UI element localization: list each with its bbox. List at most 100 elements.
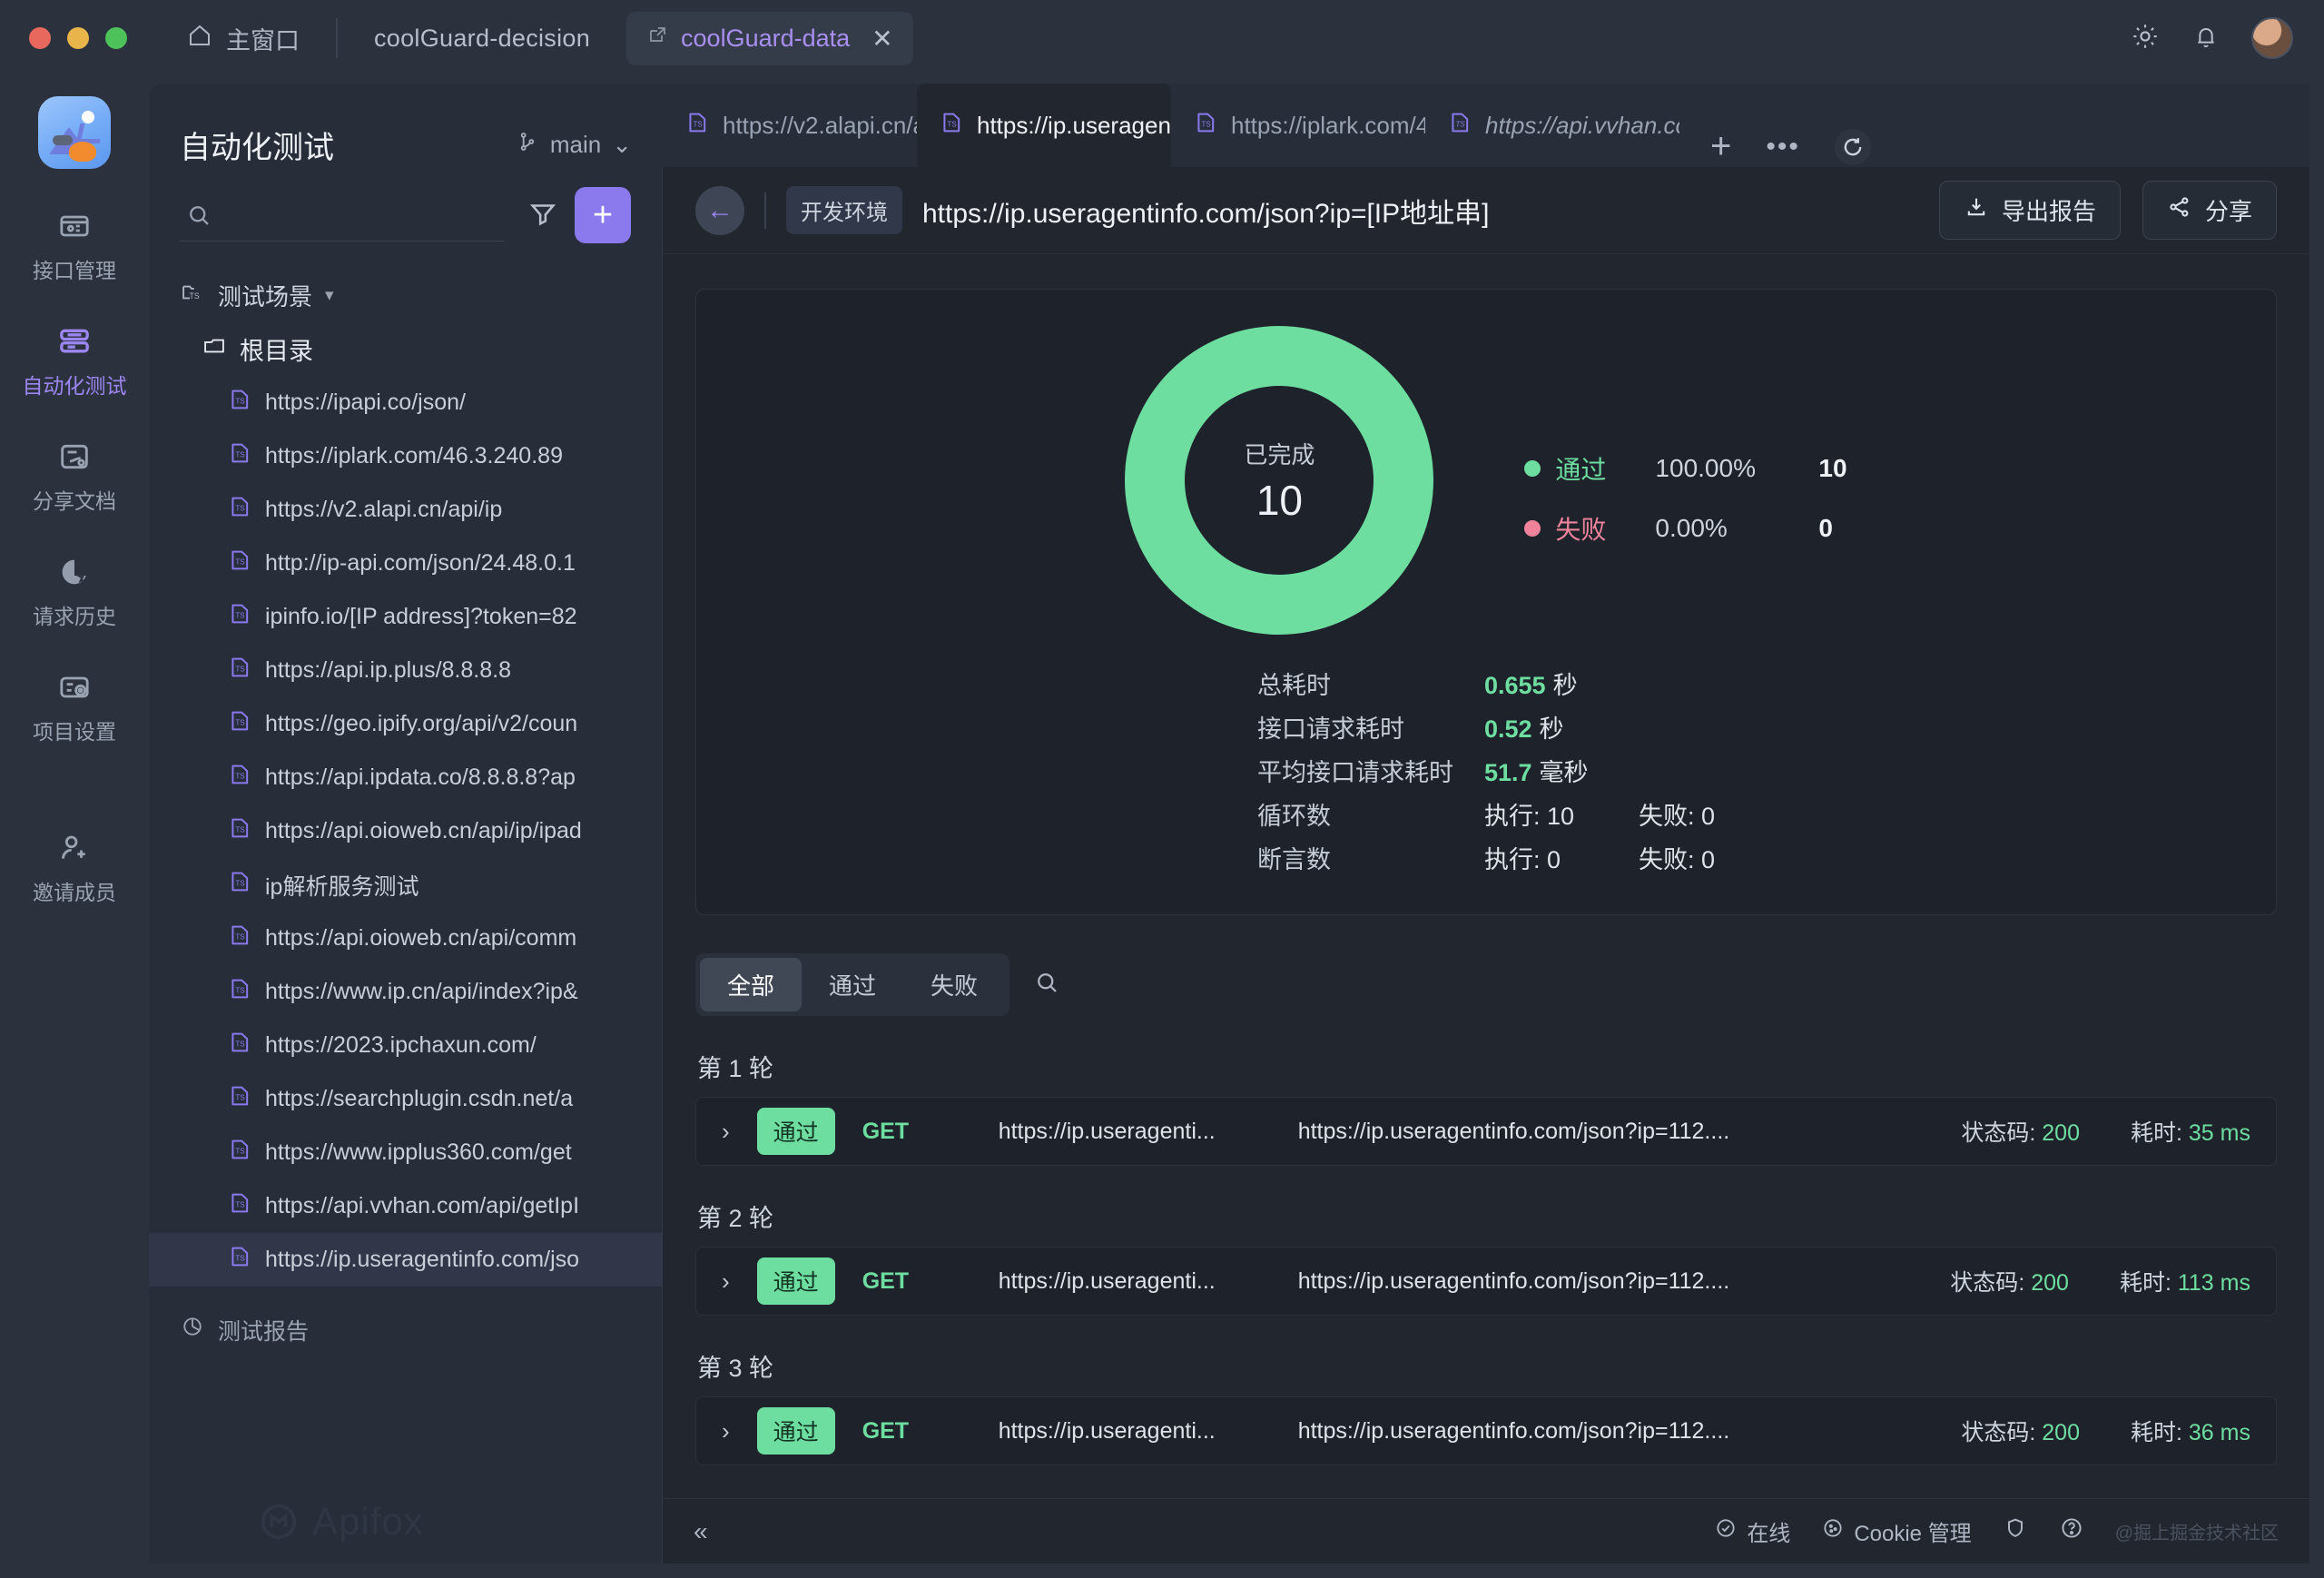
tree-leaf-item[interactable]: TS https://api.oioweb.cn/api/comm [149, 912, 662, 965]
tree-leaf-item[interactable]: TS https://iplark.com/46.3.240.89 [149, 429, 662, 483]
ts-file-icon: TS [227, 601, 252, 633]
minimize-window-button[interactable] [67, 27, 89, 49]
ts-file-icon: TS [227, 762, 252, 794]
tree-leaf-item[interactable]: TS ipinfo.io/[IP address]?token=82 [149, 590, 662, 644]
tab-more-button[interactable]: ••• [1766, 132, 1800, 163]
online-status[interactable]: 在线 [1714, 1515, 1790, 1547]
donut-legend: 通过 100.00% 10 失败 0.00% 0 [1524, 450, 1847, 547]
tab-failed[interactable]: 失败 [903, 958, 1005, 1011]
gear-icon[interactable] [2130, 21, 2161, 56]
sidebar-item-automated-test[interactable]: 自动化测试 [0, 322, 149, 399]
request-name: https://ip.useragenti... [998, 1267, 1216, 1294]
avatar[interactable] [2251, 17, 2293, 59]
bell-icon[interactable] [2191, 22, 2221, 55]
ts-file-icon: TS [227, 922, 252, 954]
result-row[interactable]: › 通过 GET https://ip.useragenti... https://ip… [695, 1247, 2277, 1316]
legend-dot-pass [1524, 460, 1541, 477]
tree-leaf-item[interactable]: TS https://geo.ipify.org/api/v2/coun [149, 697, 662, 751]
search-input[interactable] [180, 189, 505, 242]
tree-folder-label: 根目录 [240, 338, 313, 365]
sidebar-item-invite-member[interactable]: 邀请成员 [0, 829, 149, 906]
tree-leaf-item[interactable]: TS https://api.oioweb.cn/api/ip/ipad [149, 804, 662, 858]
tree-leaf-item[interactable]: TS https://ip.useragentinfo.com/jso [149, 1233, 662, 1287]
home-button[interactable]: 主窗口 [186, 21, 300, 56]
tree-leaf-item[interactable]: TS https://api.ip.plus/8.8.8.8 [149, 644, 662, 697]
window-tab-inactive[interactable]: coolGuard-decision [374, 25, 590, 53]
close-icon[interactable]: ✕ [872, 24, 892, 54]
sidebar-item-project-settings[interactable]: 项目设置 [0, 668, 149, 745]
export-report-button[interactable]: 导出报告 [1938, 181, 2121, 240]
tree-leaf-item[interactable]: TS https://www.ipplus360.com/get [149, 1126, 662, 1179]
scene-sidebar: + TS 测试场景 ▾ 根目录 TS https://ipapi.co/json… [149, 167, 663, 1563]
elapsed-label: 耗时 [2130, 1420, 2176, 1445]
tree-leaf-item[interactable]: TS https://ipapi.co/json/ [149, 376, 662, 429]
tree-test-report[interactable]: 测试报告 [149, 1303, 662, 1356]
back-button[interactable]: ← [695, 185, 744, 235]
tree-leaf-label: https://v2.alapi.cn/api/ip [265, 497, 503, 522]
expand-row-icon[interactable]: › [722, 1417, 730, 1445]
tab-list: TS https://v2.alapi.cn/ap TS https://ip.… [663, 84, 2309, 167]
tree-leaf-item[interactable]: TS ip解析服务测试 [149, 858, 662, 912]
branch-selector[interactable]: main ⌄ [516, 130, 632, 160]
tab-item[interactable]: TS https://iplark.com/46 [1171, 84, 1425, 167]
tree-folder-root[interactable]: 根目录 [149, 322, 662, 376]
cookie-manager[interactable]: Cookie 管理 [1821, 1515, 1972, 1547]
close-window-button[interactable] [29, 27, 51, 49]
tree-leaf-item[interactable]: TS https://www.ip.cn/api/index?ip& [149, 965, 662, 1019]
tree-leaf-item[interactable]: TS https://api.ipdata.co/8.8.8.8?ap [149, 751, 662, 804]
window-controls[interactable] [29, 27, 127, 49]
tree-leaf-item[interactable]: TS https://2023.ipchaxun.com/ [149, 1019, 662, 1072]
svg-text:TS: TS [235, 719, 245, 727]
tree-leaf-label: https://api.vvhan.com/api/getIpI [265, 1193, 580, 1218]
stat-unit: 秒 [1552, 672, 1578, 699]
result-row[interactable]: › 通过 GET https://ip.useragenti... https://ip… [695, 1396, 2277, 1465]
stat-label: 接口请求耗时 [1256, 715, 1404, 743]
tree-leaf-label: https://ipapi.co/json/ [265, 390, 466, 415]
funnel-icon[interactable] [527, 198, 558, 233]
chevron-down-icon[interactable]: ▾ [325, 285, 334, 306]
sidebar-item-api-management[interactable]: 接口管理 [0, 207, 149, 284]
round-title: 第 3 轮 [697, 1355, 774, 1382]
shield-icon[interactable] [2003, 1515, 2028, 1547]
svg-text:TS: TS [235, 666, 245, 674]
tab-item-active[interactable]: TS https://ip.useragenti [917, 84, 1171, 167]
sidebar-item-share-doc[interactable]: 分享文档 [0, 438, 149, 515]
tab-item-preview[interactable]: TS https://api.vvhan.co [1425, 84, 1679, 167]
maximize-window-button[interactable] [105, 27, 127, 49]
environment-chip[interactable]: 开发环境 [786, 186, 902, 234]
tree-leaf-item[interactable]: TS https://api.vvhan.com/api/getIpI [149, 1179, 662, 1233]
tree-leaf-item[interactable]: TS http://ip-api.com/json/24.48.0.1 [149, 537, 662, 590]
expand-row-icon[interactable]: › [722, 1118, 730, 1146]
round-title: 第 2 轮 [697, 1205, 774, 1232]
main-scroll-area[interactable]: 已完成 10 通过 100.00% 10 失败 0.00% 0 总耗时 0.65… [663, 254, 2309, 1498]
cookie-icon [1821, 1516, 1845, 1546]
app-logo [38, 96, 111, 169]
tab-all[interactable]: 全部 [700, 958, 803, 1011]
tab-item[interactable]: TS https://v2.alapi.cn/ap [663, 84, 917, 167]
ts-file-icon: TS [227, 387, 252, 419]
tree-leaf-label: ip解析服务测试 [265, 873, 419, 900]
collapse-sidebar-button[interactable]: « [694, 1517, 708, 1546]
tree-leaf-item[interactable]: TS https://v2.alapi.cn/api/ip [149, 483, 662, 537]
tree-leaf-item[interactable]: TS https://searchplugin.csdn.net/a [149, 1072, 662, 1126]
svg-text:TS: TS [235, 398, 245, 406]
expand-row-icon[interactable]: › [722, 1267, 730, 1296]
tree-leaf-label: https://api.ip.plus/8.8.8.8 [265, 657, 512, 683]
donut-center: 已完成 10 [1185, 386, 1374, 575]
share-button[interactable]: 分享 [2142, 181, 2277, 240]
tree-scene-node[interactable]: TS 测试场景 ▾ [149, 269, 662, 322]
new-tab-button[interactable]: + [1710, 126, 1731, 167]
search-icon[interactable] [1033, 969, 1060, 1001]
help-icon[interactable] [2059, 1515, 2084, 1547]
url-tabstrip: 自动化测试 main ⌄ TS https://v2.alapi.cn/ TS … [149, 84, 2309, 167]
ts-file-icon: TS [227, 494, 252, 526]
sidebar-item-label: 请求历史 [33, 605, 116, 628]
tab-passed[interactable]: 通过 [802, 958, 903, 1011]
result-row[interactable]: › 通过 GET https://ip.useragenti... https://ip… [695, 1097, 2277, 1166]
stat-value: 0.655 [1483, 672, 1546, 699]
refresh-icon[interactable] [1834, 128, 1871, 165]
sidebar-item-request-history[interactable]: 请求历史 [0, 553, 149, 630]
window-tab-active[interactable]: coolGuard-data ✕ [626, 11, 913, 65]
svg-text:TS: TS [1455, 120, 1465, 128]
add-scene-button[interactable]: + [575, 187, 631, 243]
